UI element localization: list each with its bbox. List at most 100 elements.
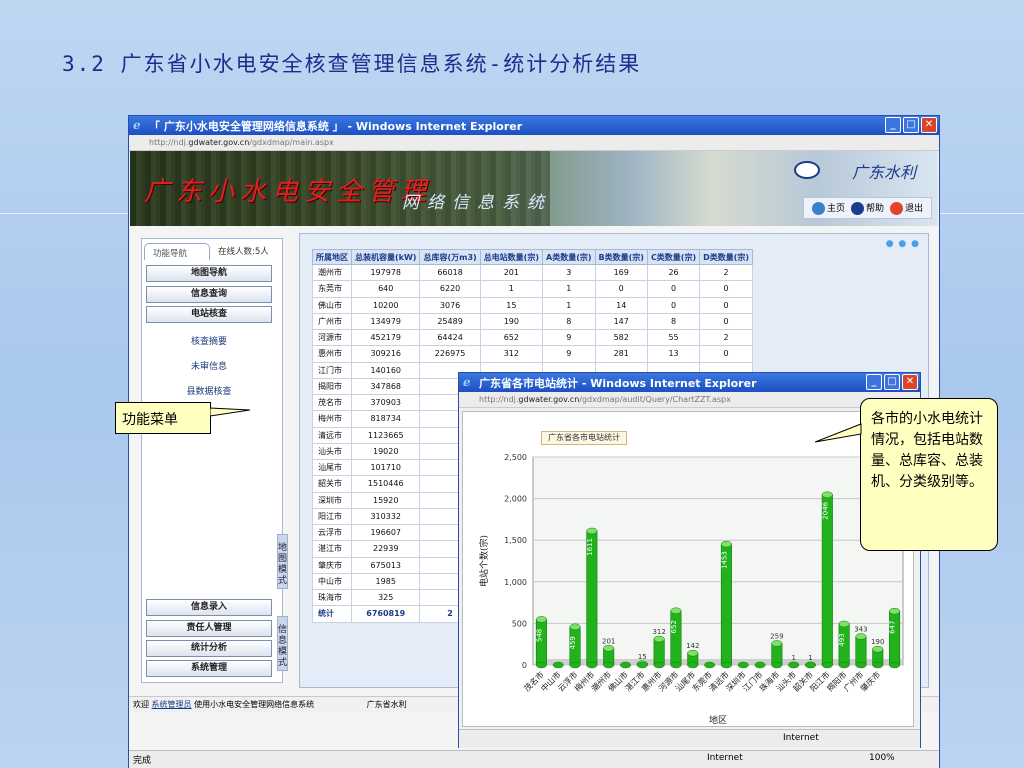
table-cell: 370903 [350, 393, 421, 412]
url-prefix: http://ndj. [149, 138, 189, 147]
menu-map-nav[interactable]: 地图导航 [146, 265, 272, 282]
bar-base [704, 661, 716, 669]
table-cell: 15920 [350, 491, 421, 509]
bar [889, 610, 901, 666]
bar-base [670, 661, 682, 669]
site-banner: 广东小水电安全管理 网络信息系统 广东水利 主页 帮助 退出 [130, 151, 938, 226]
popup-maximize-button[interactable]: □ [884, 374, 900, 390]
tab-function-nav[interactable]: 功能导航 [144, 243, 210, 260]
table-cell: 190 [479, 312, 544, 331]
bar-top [603, 645, 615, 652]
menu-county-check[interactable]: 县数据核查 [146, 384, 272, 397]
column-header[interactable]: 总装机容量(kW) [350, 249, 421, 265]
menu-statistics[interactable]: 统计分析 [146, 640, 272, 657]
bar-base [620, 661, 631, 669]
address-bar[interactable]: http://ndj.gdwater.gov.cn/gdxdmap/main.a… [129, 135, 939, 151]
nav-logout[interactable]: 退出 [889, 201, 923, 215]
table-cell: 3 [542, 263, 596, 282]
close-button[interactable]: ✕ [921, 117, 937, 133]
bar [653, 638, 665, 666]
table-cell: 13 [646, 345, 701, 363]
data-label: 259 [770, 632, 783, 640]
bar [670, 610, 682, 666]
column-header[interactable]: B类数量(宗) [594, 249, 648, 265]
table-cell: 1 [542, 296, 596, 314]
table-cell: 汕尾市 [312, 458, 352, 477]
footer-message: 使用小水电安全管理网络信息系统 [194, 700, 315, 709]
menu-check-summary[interactable]: 核查摘要 [146, 334, 272, 347]
popup-minimize-button[interactable]: _ [866, 374, 882, 390]
table-cell: 64424 [419, 328, 481, 347]
site-subtitle: 网络信息系统 [402, 193, 552, 213]
data-label: 15 [638, 653, 647, 661]
bar-base [788, 661, 800, 669]
table-cell: 1123665 [350, 426, 421, 444]
maximize-button[interactable]: □ [903, 117, 919, 133]
table-cell: 201 [479, 263, 544, 282]
column-header[interactable]: C类数量(宗) [646, 249, 701, 265]
menu-station-check[interactable]: 电站核查 [146, 306, 272, 323]
column-header[interactable]: D类数量(宗) [699, 249, 754, 265]
vtab-info-mode[interactable]: 信息模式 [277, 616, 288, 671]
y-tick-label: 1,000 [504, 578, 527, 587]
callout-right-pointer [815, 423, 862, 443]
table-cell: 0 [699, 296, 754, 314]
menu-owner-mgmt[interactable]: 责任人管理 [146, 620, 272, 637]
popup-statusbar: Internet [459, 729, 920, 748]
bar-top [586, 527, 598, 535]
table-cell: 26 [646, 263, 701, 282]
table-row: 佛山市 10200 3076 15 1 14 0 0 [312, 296, 754, 314]
y-tick-label: 0 [522, 661, 527, 670]
data-label: 647 [889, 620, 897, 633]
table-cell: 阳江市 [312, 507, 352, 526]
table-cell: 147 [594, 312, 648, 331]
table-cell: 0 [646, 280, 701, 298]
menu-data-entry[interactable]: 信息录入 [146, 599, 272, 616]
table-cell: 452179 [350, 328, 421, 347]
minimize-button[interactable]: _ [885, 117, 901, 133]
nav-home[interactable]: 主页 [811, 201, 845, 215]
popup-titlebar: ℯ 广东省各市电站统计 - Windows Internet Explorer … [459, 373, 920, 392]
table-cell: 226975 [419, 345, 481, 363]
table-cell: 325 [350, 588, 421, 607]
table-cell: 196607 [350, 523, 421, 542]
vtab-map-mode[interactable]: 地图模式 [277, 534, 288, 589]
table-row: 广州市 134979 25489 190 8 147 8 0 [312, 312, 754, 331]
table-cell: 6760819 [350, 605, 421, 623]
table-cell: 197978 [350, 263, 421, 282]
url-host: gdwater.gov.cn [188, 138, 250, 147]
table-cell: 25489 [419, 312, 481, 331]
menu-info-query[interactable]: 信息查询 [146, 286, 272, 303]
column-header[interactable]: 所属地区 [312, 249, 352, 265]
panel-dots: ● ● ● [885, 239, 920, 249]
data-label: 2046 [821, 501, 829, 519]
bar-base [653, 661, 665, 669]
table-cell: 15 [479, 296, 544, 314]
footer-user-link[interactable]: 系统管理员 [152, 700, 192, 709]
table-cell: 湛江市 [312, 540, 352, 558]
popup-close-button[interactable]: ✕ [902, 374, 918, 390]
zoom-level[interactable]: 100% [869, 753, 895, 763]
column-header[interactable]: 总库容(万m3) [419, 249, 481, 265]
data-label: 190 [871, 638, 884, 646]
column-header[interactable]: A类数量(宗) [542, 249, 596, 265]
data-label: 201 [602, 637, 615, 645]
column-header[interactable]: 总电站数量(宗) [479, 249, 544, 265]
table-cell: 309216 [350, 345, 421, 363]
power-icon [889, 202, 903, 215]
y-axis-label: 电站个数(宗) [478, 535, 490, 587]
menu-system-mgmt[interactable]: 系统管理 [146, 660, 272, 677]
popup-address-bar[interactable]: http://ndj.gdwater.gov.cn/gdxdmap/audit/… [459, 392, 920, 408]
data-label: 1611 [586, 538, 594, 556]
popup-security-zone: Internet [783, 733, 819, 743]
bar-base [720, 661, 732, 669]
menu-unreviewed[interactable]: 未审信息 [146, 359, 272, 372]
bar-top [771, 640, 783, 647]
bar-base [771, 661, 783, 669]
table-row: 潮州市 197978 66018 201 3 169 26 2 [312, 263, 754, 282]
nav-help[interactable]: 帮助 [850, 201, 884, 215]
bar-base [603, 661, 615, 669]
table-cell: 652 [479, 328, 544, 347]
table-cell: 0 [699, 312, 754, 331]
table-cell: 134979 [350, 312, 421, 331]
